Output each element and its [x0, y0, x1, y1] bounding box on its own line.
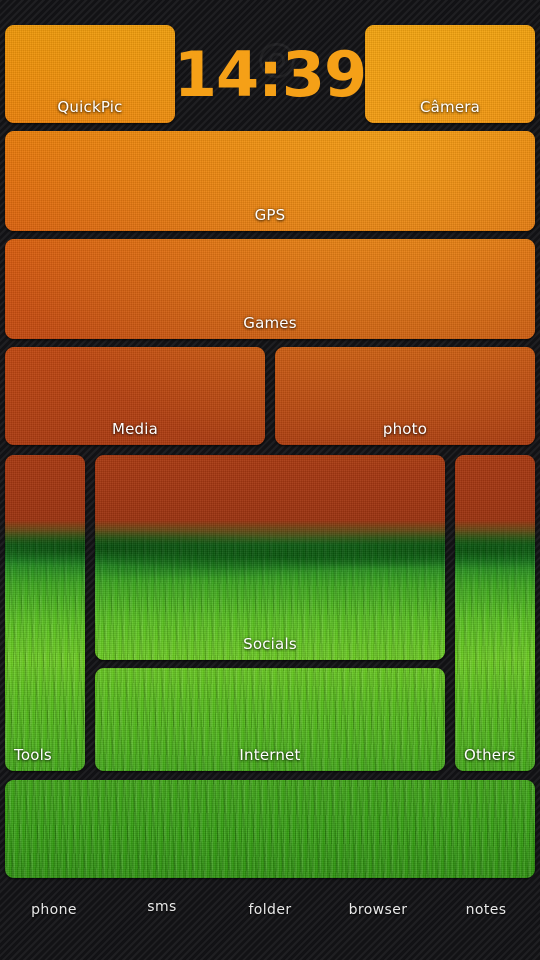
- tile-camera[interactable]: Câmera: [365, 25, 535, 123]
- dock-item-notes[interactable]: notes: [432, 890, 540, 918]
- tile-others[interactable]: Others: [455, 455, 535, 771]
- tile-games[interactable]: Games: [5, 239, 535, 339]
- tile-grass-texture: [95, 668, 445, 771]
- tile-grass-texture: [5, 25, 175, 123]
- clock-time: 14:39: [173, 38, 367, 111]
- tile-grass[interactable]: [5, 780, 535, 878]
- dock-item-browser[interactable]: browser: [324, 890, 432, 918]
- tile-grass-texture: [95, 455, 445, 660]
- tile-grass-texture: [5, 347, 265, 445]
- clock-widget[interactable]: 14:39: [174, 30, 367, 120]
- tile-media[interactable]: Media: [5, 347, 265, 445]
- tile-grass-texture: [275, 347, 535, 445]
- tile-tools[interactable]: Tools: [5, 455, 85, 771]
- tile-gps[interactable]: GPS: [5, 131, 535, 231]
- tile-socials[interactable]: Socials: [95, 455, 445, 660]
- homescreen: ◎◎◎◎◎◎◎◎ QuickPicCâmeraGPSGamesMediaphot…: [0, 0, 540, 960]
- tile-quickpic[interactable]: QuickPic: [5, 25, 175, 123]
- tile-grass-texture: [5, 780, 535, 878]
- tile-grass-texture: [5, 131, 535, 231]
- tile-internet[interactable]: Internet: [95, 668, 445, 771]
- dock-bar: phone sms folder browser notes: [0, 890, 540, 946]
- dock-item-phone[interactable]: phone: [0, 890, 108, 918]
- dock-item-folder[interactable]: folder: [216, 890, 324, 918]
- tile-grass-texture: [5, 239, 535, 339]
- tile-grass-texture: [455, 455, 535, 771]
- tile-grass-texture: [365, 25, 535, 123]
- dock-item-sms[interactable]: sms: [108, 890, 216, 915]
- tile-photo[interactable]: photo: [275, 347, 535, 445]
- tile-grass-texture: [5, 455, 85, 771]
